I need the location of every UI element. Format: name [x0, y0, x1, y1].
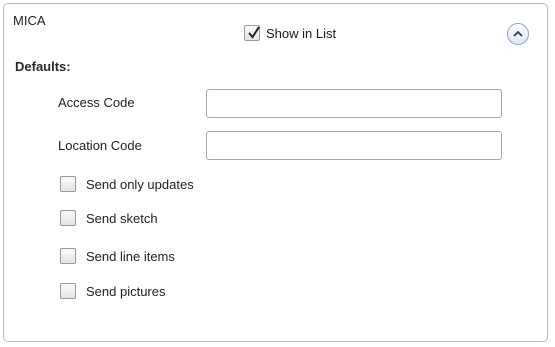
panel-title: MICA: [13, 13, 46, 28]
send-pictures-label: Send pictures: [86, 283, 166, 299]
send-only-updates-checkbox[interactable]: [60, 176, 76, 192]
access-code-input[interactable]: [206, 89, 502, 118]
checkmark-icon: [248, 26, 260, 39]
send-pictures-option[interactable]: Send pictures: [60, 283, 166, 299]
collapse-button[interactable]: [507, 23, 529, 45]
defaults-heading: Defaults:: [15, 59, 71, 74]
show-in-list-checkbox[interactable]: [244, 25, 260, 41]
location-code-input[interactable]: [206, 131, 502, 160]
send-only-updates-label: Send only updates: [86, 176, 194, 192]
send-only-updates-option[interactable]: Send only updates: [60, 176, 194, 192]
send-pictures-checkbox[interactable]: [60, 283, 76, 299]
access-code-label: Access Code: [58, 95, 135, 110]
location-code-label: Location Code: [58, 138, 142, 153]
send-line-items-label: Send line items: [86, 248, 175, 264]
send-line-items-option[interactable]: Send line items: [60, 248, 175, 264]
send-line-items-checkbox[interactable]: [60, 248, 76, 264]
chevron-up-icon: [513, 30, 523, 37]
show-in-list-toggle[interactable]: Show in List: [244, 25, 336, 41]
mica-settings-panel: MICA Show in List Defaults: Access Code …: [3, 3, 548, 342]
send-sketch-label: Send sketch: [86, 210, 158, 226]
send-sketch-option[interactable]: Send sketch: [60, 210, 158, 226]
send-sketch-checkbox[interactable]: [60, 210, 76, 226]
show-in-list-label: Show in List: [266, 25, 337, 41]
